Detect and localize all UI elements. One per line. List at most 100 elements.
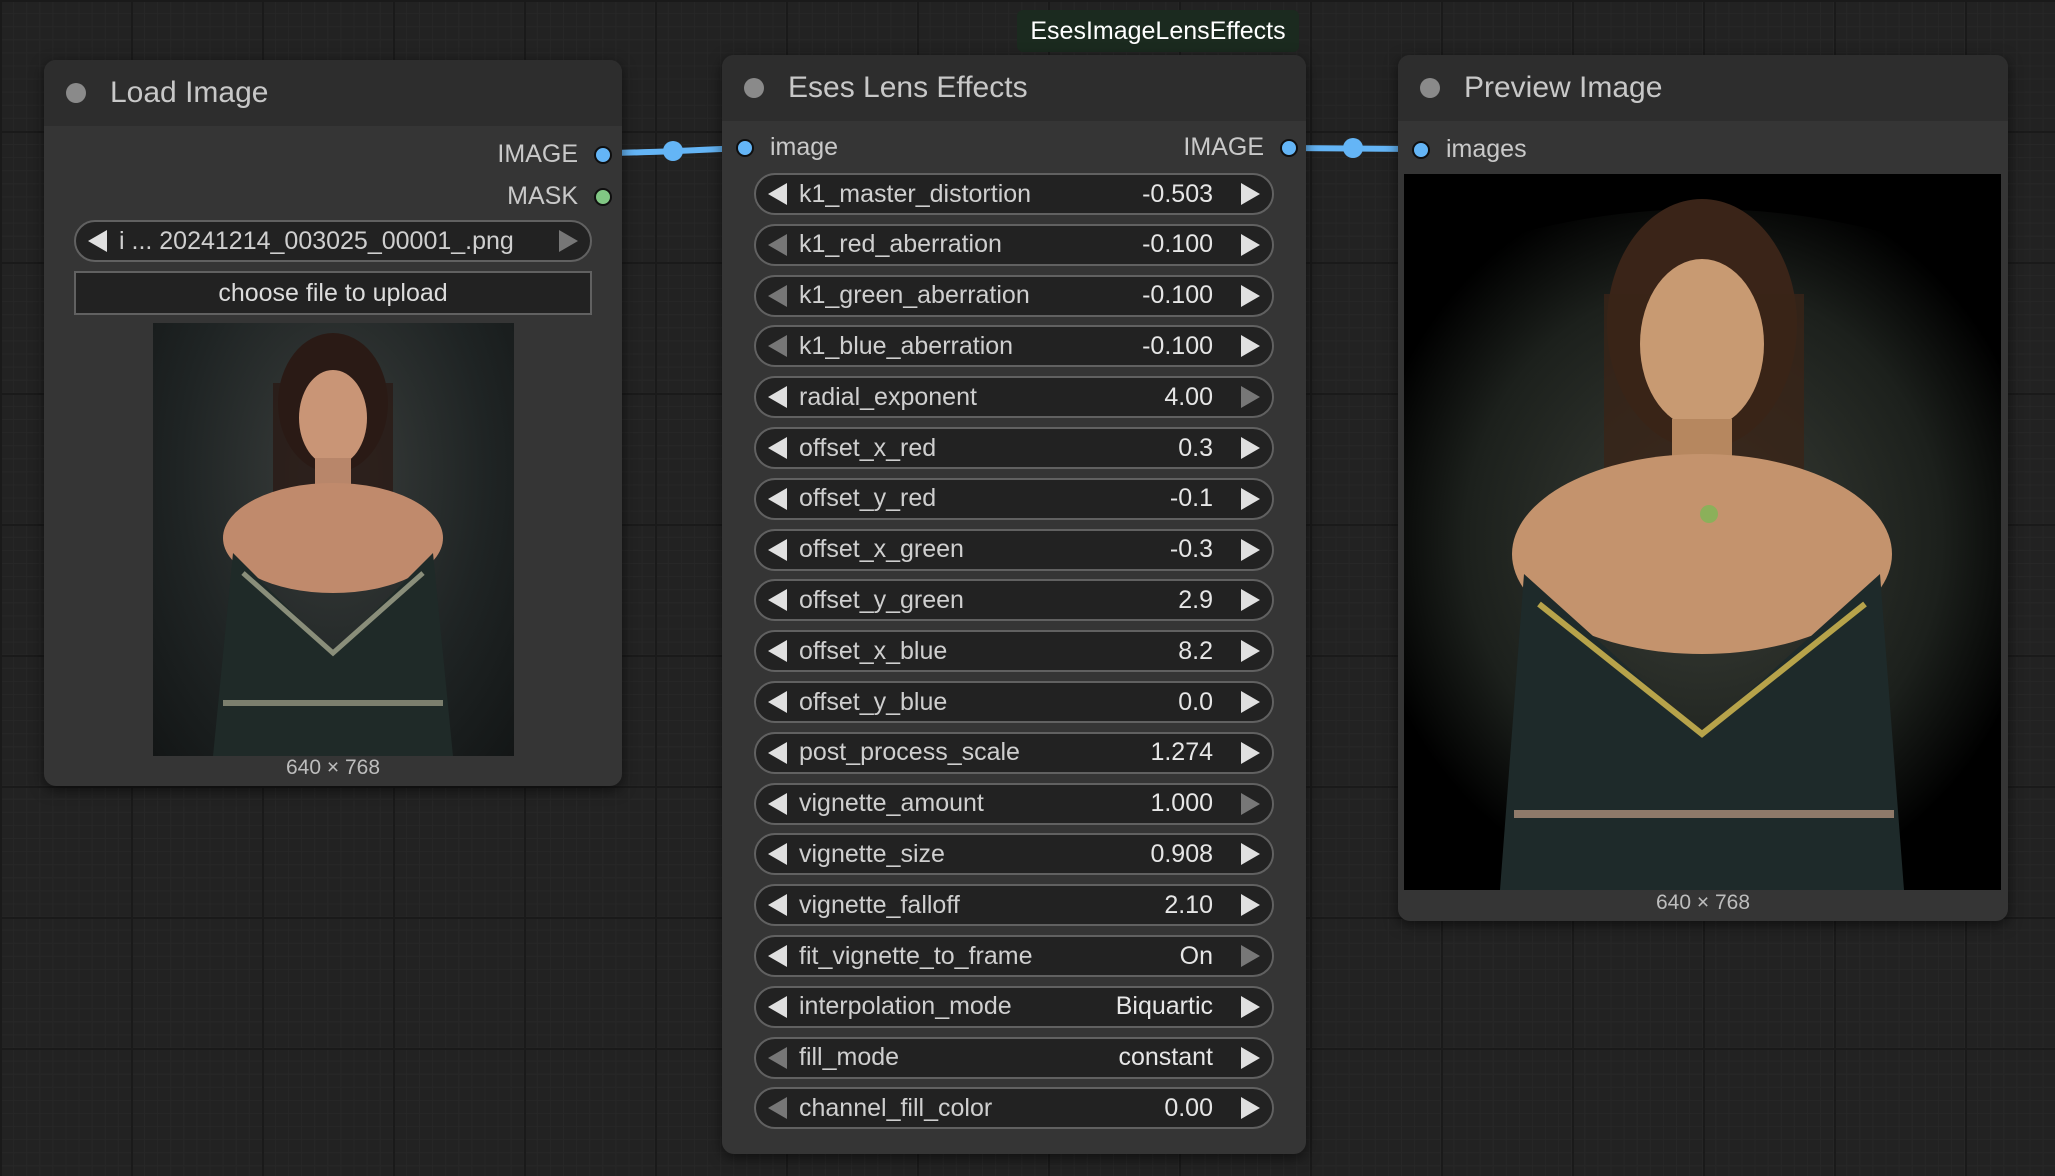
- widget-label: vignette_size: [799, 839, 945, 868]
- decrement-arrow-icon[interactable]: [768, 589, 787, 612]
- widget-offset-y-blue[interactable]: offset_y_blue 0.0: [754, 681, 1274, 723]
- decrement-arrow-icon[interactable]: [768, 894, 787, 917]
- widget-label: vignette_falloff: [799, 890, 960, 919]
- increment-arrow-icon[interactable]: [1241, 335, 1260, 358]
- widget-vignette-amount[interactable]: vignette_amount 1.000: [754, 782, 1274, 825]
- image-socket-icon[interactable]: [594, 145, 612, 164]
- widget-post-process-scale[interactable]: post_process_scale 1.274: [754, 731, 1274, 774]
- decrement-arrow-icon[interactable]: [768, 1097, 787, 1120]
- decrement-arrow-icon[interactable]: [768, 741, 787, 764]
- image-socket-icon[interactable]: [1280, 138, 1298, 157]
- input-label: images: [1446, 135, 1527, 163]
- widget-channel-fill-color[interactable]: channel_fill_color 0.00: [754, 1087, 1274, 1130]
- decrement-arrow-icon[interactable]: [768, 284, 787, 307]
- decrement-arrow-icon[interactable]: [768, 386, 787, 409]
- increment-arrow-icon[interactable]: [1241, 894, 1260, 917]
- mask-socket-icon[interactable]: [594, 187, 612, 206]
- decrement-arrow-icon[interactable]: [768, 945, 787, 967]
- increment-arrow-icon[interactable]: [1241, 1046, 1260, 1069]
- load-image-node[interactable]: Load Image IMAGE MASK i ... 20241214_003…: [44, 60, 622, 786]
- decrement-arrow-icon[interactable]: [768, 1046, 787, 1069]
- widget-value: 0.908: [1150, 839, 1213, 868]
- input-slot-images[interactable]: images: [1412, 135, 1527, 164]
- widget-offset-x-blue[interactable]: offset_x_blue 8.2: [754, 630, 1274, 673]
- collapse-dot-icon[interactable]: [1420, 78, 1440, 98]
- widget-fill-mode[interactable]: fill_mode constant: [754, 1036, 1274, 1079]
- widget-fit-vignette-to-frame[interactable]: fit_vignette_to_frame On: [754, 935, 1274, 977]
- widget-radial-exponent[interactable]: radial_exponent 4.00: [754, 376, 1274, 419]
- node-class-badge: EsesImageLensEffects: [1017, 10, 1299, 52]
- widget-value: 0.0: [1178, 687, 1213, 716]
- widget-k1-blue-aberration[interactable]: k1_blue_aberration -0.100: [754, 325, 1274, 368]
- widget-offset-x-green[interactable]: offset_x_green -0.3: [754, 528, 1274, 571]
- widget-interpolation-mode[interactable]: interpolation_mode Biquartic: [754, 985, 1274, 1028]
- increment-arrow-icon[interactable]: [1241, 183, 1260, 205]
- collapse-dot-icon[interactable]: [744, 78, 764, 98]
- decrement-arrow-icon[interactable]: [768, 233, 787, 256]
- increment-arrow-icon[interactable]: [1241, 843, 1260, 866]
- widget-offset-x-red[interactable]: offset_x_red 0.3: [754, 427, 1274, 469]
- node-header[interactable]: Load Image: [44, 60, 622, 126]
- decrement-arrow-icon[interactable]: [768, 437, 787, 459]
- next-file-arrow-icon[interactable]: [559, 230, 578, 252]
- output-label: IMAGE: [497, 140, 578, 168]
- image-socket-icon[interactable]: [1412, 140, 1430, 159]
- increment-arrow-icon[interactable]: [1241, 386, 1260, 409]
- increment-arrow-icon[interactable]: [1241, 741, 1260, 764]
- prev-file-arrow-icon[interactable]: [88, 230, 107, 252]
- increment-arrow-icon[interactable]: [1241, 233, 1260, 256]
- increment-arrow-icon[interactable]: [1241, 284, 1260, 307]
- lens-effects-node[interactable]: Eses Lens Effects image IMAGE k1_master_…: [722, 55, 1306, 1154]
- widget-vignette-size[interactable]: vignette_size 0.908: [754, 833, 1274, 876]
- increment-arrow-icon[interactable]: [1241, 487, 1260, 510]
- preview-image-node[interactable]: Preview Image images 640 × 768: [1398, 55, 2008, 921]
- increment-arrow-icon[interactable]: [1241, 792, 1260, 815]
- decrement-arrow-icon[interactable]: [768, 792, 787, 815]
- image-socket-icon[interactable]: [736, 138, 754, 157]
- decrement-arrow-icon[interactable]: [768, 335, 787, 358]
- node-header[interactable]: Preview Image: [1398, 55, 2008, 121]
- decrement-arrow-icon[interactable]: [768, 691, 787, 713]
- widget-label: offset_x_green: [799, 535, 964, 564]
- increment-arrow-icon[interactable]: [1241, 640, 1260, 663]
- widget-label: offset_y_red: [799, 484, 937, 513]
- increment-arrow-icon[interactable]: [1241, 589, 1260, 612]
- input-label: image: [770, 133, 839, 161]
- widget-label: k1_master_distortion: [799, 179, 1032, 208]
- widget-k1-green-aberration[interactable]: k1_green_aberration -0.100: [754, 274, 1274, 317]
- upload-button-label: choose file to upload: [218, 278, 448, 307]
- input-slot-image[interactable]: image: [736, 133, 838, 162]
- node-header[interactable]: Eses Lens Effects: [722, 55, 1306, 121]
- increment-arrow-icon[interactable]: [1241, 538, 1260, 561]
- decrement-arrow-icon[interactable]: [768, 995, 787, 1018]
- widget-label: interpolation_mode: [799, 992, 1012, 1021]
- decrement-arrow-icon[interactable]: [768, 843, 787, 866]
- increment-arrow-icon[interactable]: [1241, 437, 1260, 459]
- widget-offset-y-green[interactable]: offset_y_green 2.9: [754, 579, 1274, 622]
- increment-arrow-icon[interactable]: [1241, 995, 1260, 1018]
- widget-value: 0.00: [1164, 1093, 1213, 1122]
- increment-arrow-icon[interactable]: [1241, 1097, 1260, 1120]
- decrement-arrow-icon[interactable]: [768, 538, 787, 561]
- decrement-arrow-icon[interactable]: [768, 487, 787, 510]
- widget-value: 2.9: [1178, 585, 1213, 614]
- image-size-caption: 640 × 768: [285, 756, 380, 779]
- output-slot-image[interactable]: IMAGE: [497, 140, 612, 169]
- widget-value: -0.100: [1142, 230, 1213, 259]
- collapse-dot-icon[interactable]: [66, 83, 86, 103]
- widget-k1-master-distortion[interactable]: k1_master_distortion -0.503: [754, 173, 1274, 215]
- widget-offset-y-red[interactable]: offset_y_red -0.1: [754, 477, 1274, 520]
- widget-k1-red-aberration[interactable]: k1_red_aberration -0.100: [754, 223, 1274, 266]
- output-label: MASK: [507, 182, 578, 210]
- increment-arrow-icon[interactable]: [1241, 691, 1260, 713]
- widget-label: k1_green_aberration: [799, 281, 1030, 310]
- decrement-arrow-icon[interactable]: [768, 183, 787, 205]
- output-slot-image[interactable]: IMAGE: [1183, 133, 1298, 162]
- widget-vignette-falloff[interactable]: vignette_falloff 2.10: [754, 884, 1274, 927]
- upload-button[interactable]: choose file to upload: [74, 271, 592, 315]
- image-file-selector[interactable]: i ... 20241214_003025_00001_.png: [74, 220, 592, 262]
- widget-value: -0.1: [1169, 484, 1213, 513]
- decrement-arrow-icon[interactable]: [768, 640, 787, 663]
- output-slot-mask[interactable]: MASK: [507, 182, 612, 211]
- increment-arrow-icon[interactable]: [1241, 945, 1260, 967]
